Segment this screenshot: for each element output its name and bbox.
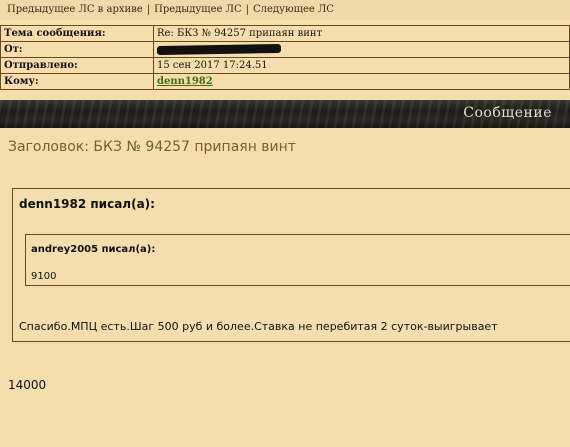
nav-separator: |: [146, 4, 151, 15]
prev-archive-link[interactable]: Предыдущее ЛС в архиве: [7, 4, 143, 15]
banner-title: Сообщение: [463, 105, 552, 121]
nav-separator: |: [245, 4, 249, 15]
message-subject: Заголовок: БКЗ № 94257 припаян винт: [8, 139, 296, 155]
to-label: Кому:: [0, 73, 154, 90]
inner-quote: andrey2005 писал(а): 9100: [25, 234, 570, 286]
prev-message-link[interactable]: Предыдущее ЛС: [154, 4, 242, 15]
sent-row: Отправлено: 15 сен 2017 17:24.51: [0, 57, 570, 74]
to-row: Кому: denn1982: [0, 73, 570, 90]
from-label: От:: [0, 41, 154, 58]
outer-quote-author: denn1982 писал(а):: [19, 197, 155, 211]
subject-label: Тема сообщения:: [0, 25, 154, 42]
subject-value: Re: БКЗ № 94257 припаян винт: [153, 25, 570, 42]
outer-quote-text: Спасибо.МПЦ есть.Шаг 500 руб и более.Ста…: [19, 320, 498, 333]
inner-quote-author: andrey2005 писал(а):: [31, 244, 156, 255]
message-banner: Сообщение: [0, 100, 570, 128]
redacted-sender: [156, 43, 282, 56]
reply-text: 14000: [8, 378, 47, 392]
inner-quote-text: 9100: [31, 271, 57, 282]
message-header-table: Тема сообщения: Re: БКЗ № 94257 припаян …: [0, 25, 570, 90]
sent-value: 15 сен 2017 17:24.51: [153, 57, 570, 74]
next-message-link[interactable]: Следующее ЛС: [253, 4, 334, 15]
sent-label: Отправлено:: [0, 57, 154, 74]
subject-row: Тема сообщения: Re: БКЗ № 94257 припаян …: [0, 25, 570, 42]
outer-quote: denn1982 писал(а): andrey2005 писал(а): …: [12, 188, 570, 342]
recipient-link[interactable]: denn1982: [157, 76, 213, 87]
from-value: [153, 41, 570, 58]
to-value-cell: denn1982: [153, 73, 570, 90]
from-row: От:: [0, 41, 570, 58]
message-navigation: Предыдущее ЛС в архиве | Предыдущее ЛС | Сле…: [0, 0, 570, 20]
